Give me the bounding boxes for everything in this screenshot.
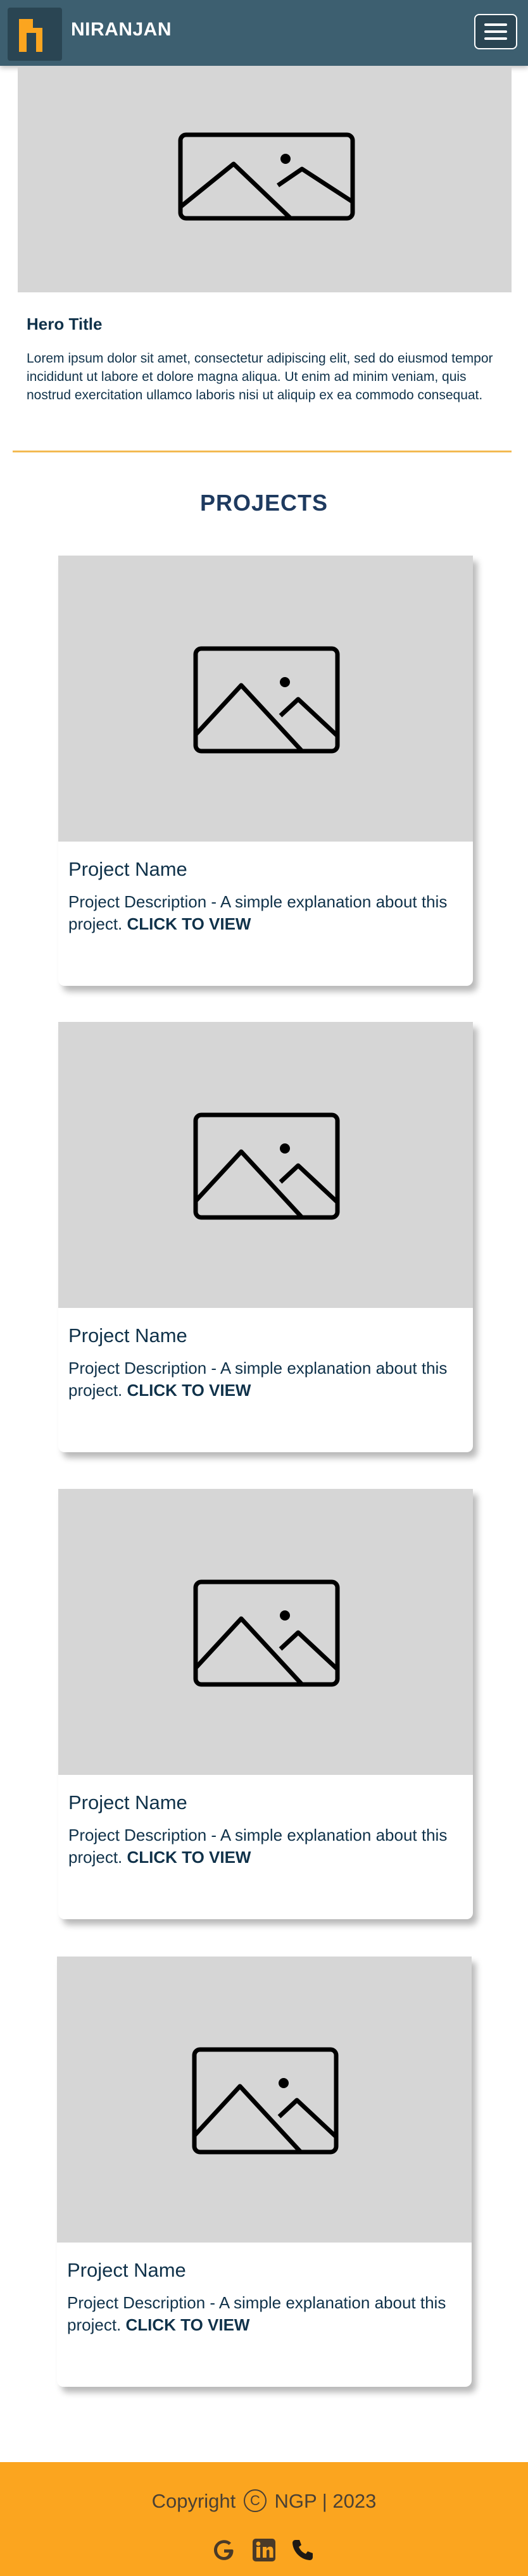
- project-card[interactable]: Project Name Project Description - A sim…: [58, 1489, 473, 1919]
- project-name: Project Name: [67, 2259, 186, 2281]
- site-footer: Copyright C NGP | 2023: [0, 2462, 528, 2576]
- click-to-view-link[interactable]: CLICK TO VIEW: [126, 2315, 250, 2334]
- copyright-text: Copyright C NGP | 2023: [0, 2489, 528, 2513]
- project-card[interactable]: Project Name Project Description - A sim…: [57, 1957, 472, 2387]
- project-image: [58, 1489, 473, 1775]
- google-icon[interactable]: [211, 2537, 237, 2563]
- project-description-text: Project Description - A simple explanati…: [68, 1826, 448, 1867]
- image-placeholder-icon: [193, 646, 340, 754]
- hero-text: Lorem ipsum dolor sit amet, consectetur …: [27, 351, 493, 402]
- project-description-text: Project Description - A simple explanati…: [68, 892, 448, 933]
- site-header: NIRANJAN: [0, 0, 528, 66]
- project-description: Project Description - A simple explanati…: [67, 2292, 466, 2336]
- image-placeholder-icon: [192, 2047, 339, 2155]
- hero-image: [18, 66, 512, 292]
- project-description-text: Project Description - A simple explanati…: [68, 1359, 448, 1400]
- project-description: Project Description - A simple explanati…: [68, 1824, 467, 1869]
- projects-title: PROJECTS: [199, 490, 329, 516]
- project-image: [58, 556, 473, 842]
- image-placeholder-icon: [178, 132, 355, 221]
- project-image: [57, 1957, 472, 2243]
- phone-icon[interactable]: [289, 2537, 316, 2563]
- image-placeholder-icon: [193, 1579, 340, 1687]
- hero-title: Hero Title: [27, 314, 103, 333]
- project-name: Project Name: [68, 1791, 187, 1814]
- project-description-text: Project Description - A simple explanati…: [67, 2293, 446, 2334]
- logo-n-icon[interactable]: [8, 8, 62, 61]
- project-card[interactable]: Project Name Project Description - A sim…: [58, 556, 473, 986]
- click-to-view-link[interactable]: CLICK TO VIEW: [127, 1848, 251, 1867]
- copyright-owner-year: NGP | 2023: [274, 2490, 377, 2512]
- copyright-icon: C: [243, 2489, 267, 2512]
- click-to-view-link[interactable]: CLICK TO VIEW: [127, 1381, 251, 1400]
- click-to-view-link[interactable]: CLICK TO VIEW: [127, 914, 251, 933]
- project-name: Project Name: [68, 858, 187, 880]
- project-name: Project Name: [68, 1324, 187, 1347]
- project-description: Project Description - A simple explanati…: [68, 891, 467, 935]
- brand-name[interactable]: NIRANJAN: [71, 19, 172, 40]
- project-description: Project Description - A simple explanati…: [68, 1357, 467, 1402]
- section-divider: [13, 451, 512, 452]
- image-placeholder-icon: [193, 1112, 340, 1220]
- linkedin-icon[interactable]: [251, 2537, 277, 2563]
- copyright-label: Copyright: [151, 2490, 236, 2512]
- hamburger-menu-icon[interactable]: [474, 14, 517, 49]
- project-card[interactable]: Project Name Project Description - A sim…: [58, 1022, 473, 1452]
- project-image: [58, 1022, 473, 1308]
